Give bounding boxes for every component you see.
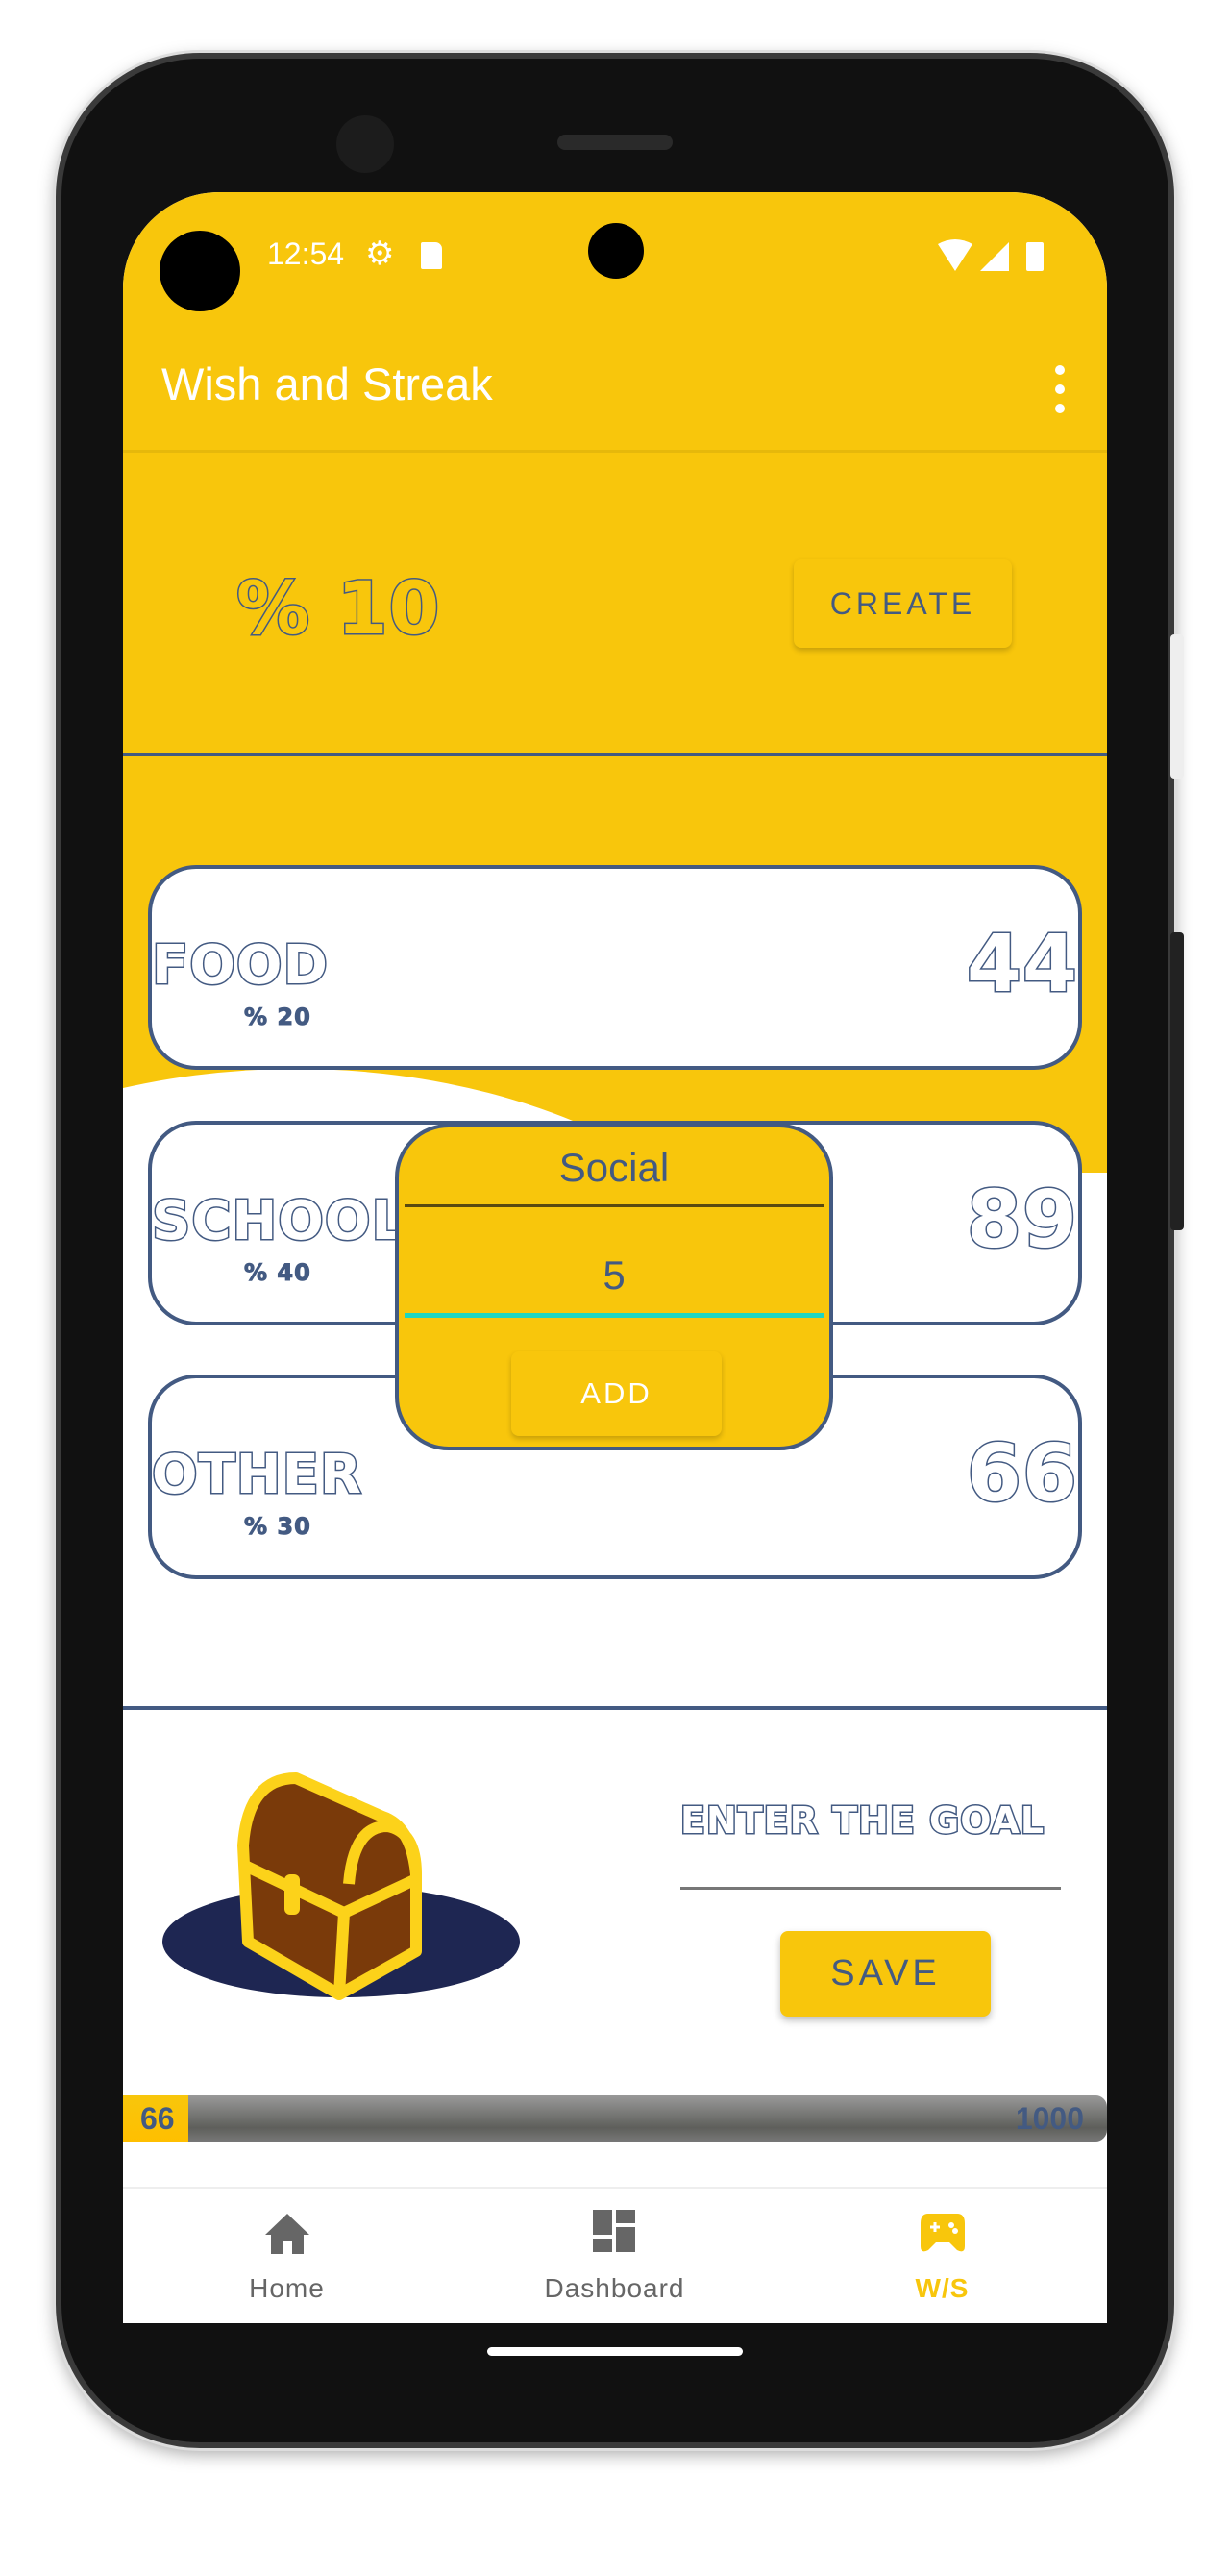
- gear-icon: ⚙: [365, 235, 395, 272]
- screen: 12:54 ⚙ Wish and Streak % 10 CREATE FOOD…: [123, 192, 1107, 2323]
- progress-current: 66: [140, 2101, 175, 2136]
- divider: [123, 1706, 1107, 1710]
- home-icon: [265, 2214, 309, 2254]
- app-bar-shadow: [123, 450, 1107, 453]
- percent-label: % 10: [234, 564, 441, 653]
- signal-icon: [980, 242, 1009, 271]
- speaker-grille: [557, 135, 673, 150]
- battery-icon: [1026, 242, 1044, 271]
- category-percent: % 20: [244, 1003, 311, 1031]
- treasure-chest-icon: [162, 1772, 520, 2000]
- dashboard-icon: [593, 2210, 635, 2252]
- category-percent: % 40: [244, 1259, 311, 1287]
- category-name: SCHOOL: [150, 1189, 407, 1254]
- gamepad-icon: [921, 2214, 965, 2252]
- app-title: Wish and Streak: [161, 359, 493, 409]
- camera-cutout-center: [588, 223, 644, 279]
- divider: [123, 753, 1107, 756]
- category-name-input[interactable]: Social: [405, 1145, 824, 1193]
- nav-item-ws[interactable]: W/S: [778, 2187, 1106, 2323]
- goal-input[interactable]: ENTER THE GOAL: [678, 1798, 1045, 1844]
- more-vert-icon[interactable]: [1046, 365, 1074, 413]
- camera-cutout: [160, 231, 240, 311]
- input-underline: [405, 1204, 824, 1207]
- sd-card-icon: [421, 242, 442, 269]
- front-camera: [336, 115, 394, 173]
- save-button[interactable]: SAVE: [780, 1931, 991, 2017]
- category-value: 66: [965, 1427, 1078, 1522]
- power-button: [1170, 634, 1184, 779]
- goal-input-underline: [680, 1887, 1061, 1890]
- nav-label: Home: [249, 2273, 325, 2303]
- goal-progress-bar: 66 1000: [123, 2095, 1107, 2142]
- input-underline-focused: [405, 1313, 824, 1318]
- progress-target: 1000: [1015, 2101, 1084, 2136]
- nav-item-dashboard[interactable]: Dashboard: [451, 2187, 778, 2323]
- add-button[interactable]: ADD: [511, 1351, 722, 1436]
- add-category-dialog: Social 5 ADD: [395, 1124, 833, 1450]
- create-button[interactable]: CREATE: [794, 559, 1012, 648]
- amount-input[interactable]: 5: [405, 1252, 824, 1300]
- category-value: 44: [965, 918, 1078, 1012]
- category-name: OTHER: [150, 1443, 363, 1508]
- nav-item-home[interactable]: Home: [123, 2187, 451, 2323]
- category-percent: % 30: [244, 1513, 311, 1541]
- volume-button: [1170, 932, 1184, 1230]
- category-name: FOOD: [151, 933, 330, 999]
- nav-label: Dashboard: [544, 2273, 685, 2303]
- home-gesture-bar[interactable]: [487, 2347, 743, 2356]
- category-value: 89: [965, 1174, 1078, 1268]
- nav-label: W/S: [915, 2273, 970, 2303]
- category-card-food[interactable]: FOOD % 20 44: [148, 865, 1082, 1070]
- status-time: 12:54: [267, 236, 345, 271]
- wifi-icon: [938, 239, 1044, 271]
